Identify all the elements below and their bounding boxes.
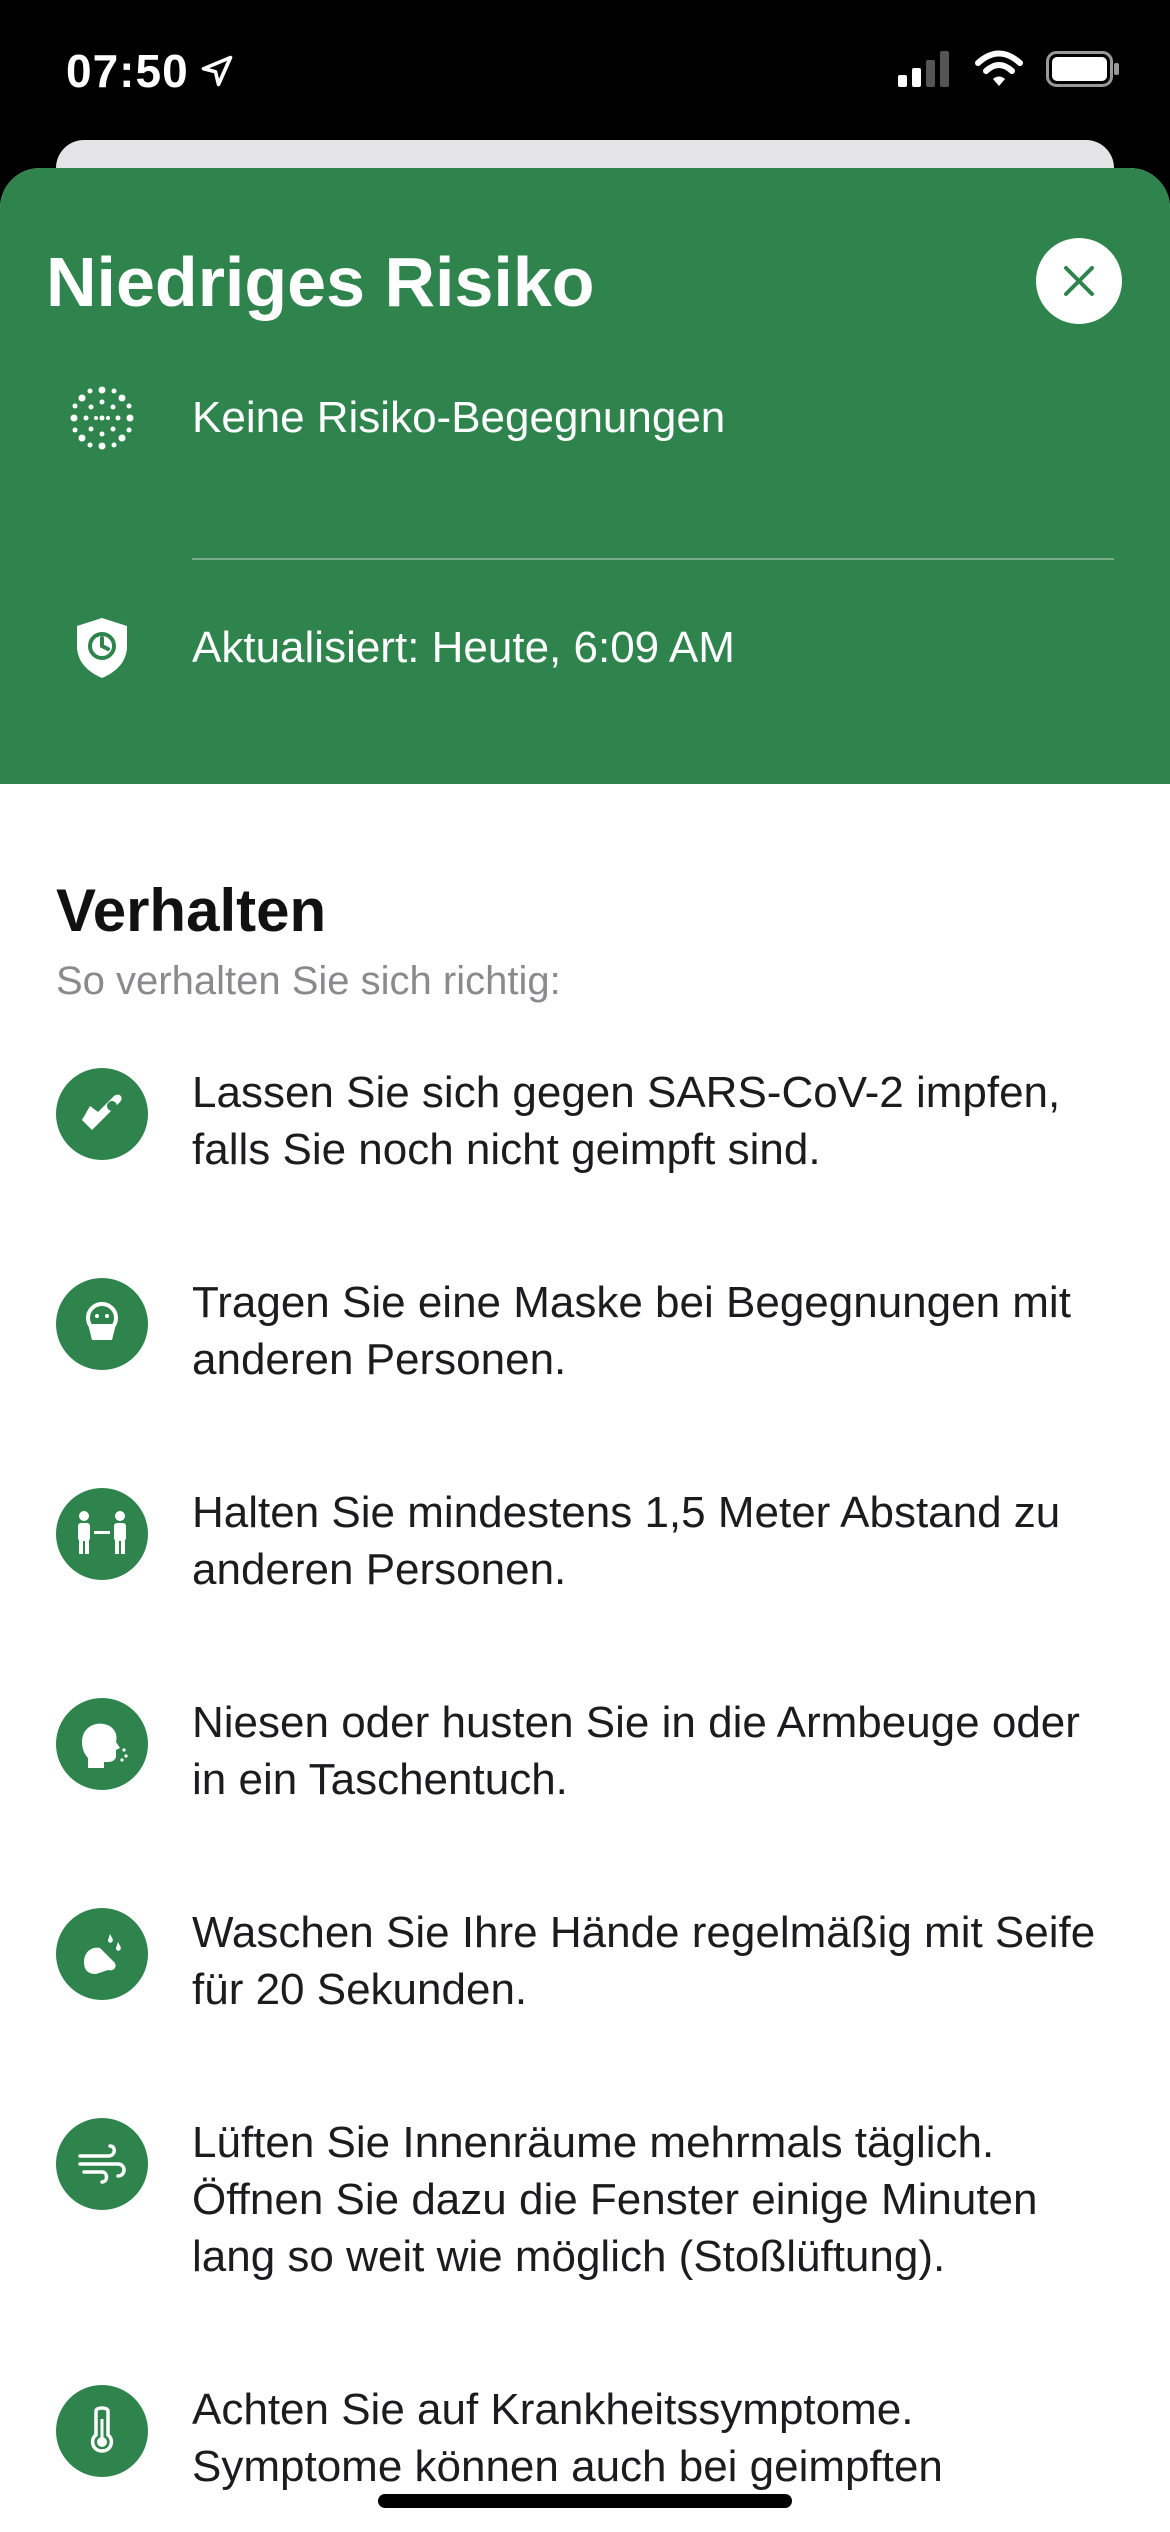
cellular-signal-icon	[898, 51, 949, 87]
home-indicator[interactable]	[378, 2494, 792, 2508]
status-bar: 07:50	[0, 0, 1170, 150]
risk-header: Niedriges Risiko Keine Risiko-Begegnunge…	[0, 168, 1170, 784]
handwash-icon	[56, 1908, 148, 2000]
list-item: Tragen Sie eine Maske bei Begegnungen mi…	[56, 1274, 1114, 1388]
list-item: Lassen Sie sich gegen SARS-CoV-2 impfen,…	[56, 1064, 1114, 1178]
list-item-text: Lüften Sie Innenräume mehrmals täglich. …	[192, 2118, 1038, 2281]
list-item-text: Tragen Sie eine Maske bei Begegnungen mi…	[192, 1278, 1071, 1384]
vaccine-arm-icon	[56, 1068, 148, 1160]
status-time: 07:50	[66, 44, 235, 98]
encounters-row: Keine Risiko-Begegnungen	[0, 368, 1170, 468]
list-item-text: Niesen oder husten Sie in die Armbeuge o…	[192, 1698, 1080, 1804]
header-divider	[192, 558, 1114, 560]
behavior-section: Verhalten So verhalten Sie sich richtig:…	[0, 876, 1170, 2495]
updated-row: Aktualisiert: Heute, 6:09 AM	[0, 598, 1170, 698]
risk-detail-sheet: Niedriges Risiko Keine Risiko-Begegnunge…	[0, 168, 1170, 2532]
sneeze-icon	[56, 1698, 148, 1790]
mask-icon	[56, 1278, 148, 1370]
list-item: Niesen oder husten Sie in die Armbeuge o…	[56, 1694, 1114, 1808]
clock-text: 07:50	[66, 45, 189, 97]
behavior-list: Lassen Sie sich gegen SARS-CoV-2 impfen,…	[56, 1064, 1114, 2495]
ventilation-icon	[56, 2118, 148, 2210]
list-item: Waschen Sie Ihre Hände regelmäßig mit Se…	[56, 1904, 1114, 2018]
exposure-dots-icon	[52, 368, 152, 468]
updated-text: Aktualisiert: Heute, 6:09 AM	[192, 623, 735, 672]
close-icon	[1064, 266, 1094, 296]
list-item-text: Waschen Sie Ihre Hände regelmäßig mit Se…	[192, 1908, 1096, 2014]
status-indicators	[898, 50, 1120, 88]
list-item-text: Halten Sie mindestens 1,5 Meter Abstand …	[192, 1488, 1061, 1594]
section-subtitle: So verhalten Sie sich richtig:	[56, 959, 561, 1003]
list-item-text: Lassen Sie sich gegen SARS-CoV-2 impfen,…	[192, 1068, 1061, 1174]
distance-icon	[56, 1488, 148, 1580]
section-title: Verhalten	[56, 877, 327, 944]
list-item: Achten Sie auf Krankheitssymptome. Sympt…	[56, 2381, 1114, 2495]
close-button[interactable]	[1036, 238, 1122, 324]
encounters-text: Keine Risiko-Begegnungen	[192, 393, 726, 442]
wifi-icon	[975, 50, 1023, 86]
location-arrow-icon	[201, 55, 232, 87]
list-item-text: Achten Sie auf Krankheitssymptome. Sympt…	[192, 2385, 943, 2491]
battery-icon	[1046, 51, 1119, 87]
list-item: Lüften Sie Innenräume mehrmals täglich. …	[56, 2114, 1114, 2285]
thermometer-icon	[56, 2385, 148, 2477]
risk-title: Niedriges Risiko	[46, 243, 595, 321]
shield-clock-icon	[52, 598, 152, 698]
list-item: Halten Sie mindestens 1,5 Meter Abstand …	[56, 1484, 1114, 1598]
